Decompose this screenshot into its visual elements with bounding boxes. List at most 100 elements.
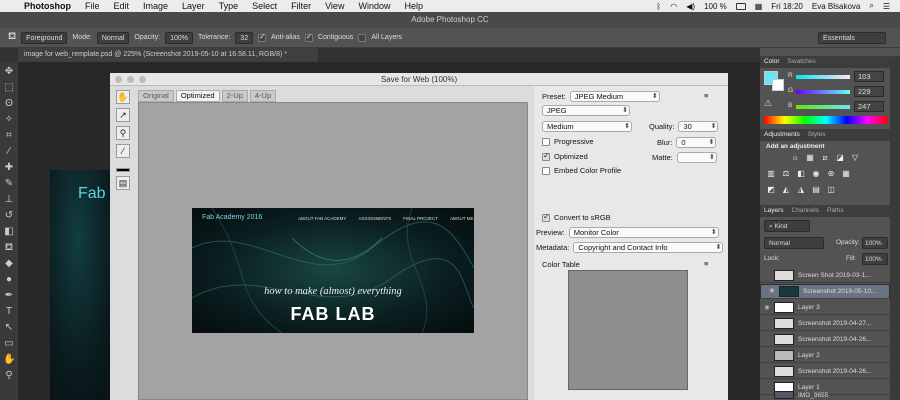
opacity-field[interactable]: 100%	[165, 31, 193, 44]
layer-row[interactable]: Screenshot 2019-04-27...	[760, 316, 890, 331]
wifi-icon[interactable]: ◠	[670, 2, 677, 11]
eraser-tool-icon[interactable]: ◧	[3, 226, 15, 238]
exposure-icon[interactable]: ◪	[835, 153, 845, 162]
magic-wand-icon[interactable]: ✧	[3, 114, 15, 126]
layer-opacity-field[interactable]: 100%	[862, 237, 888, 249]
minimize-window-icon[interactable]	[127, 76, 134, 83]
history-brush-icon[interactable]: ↺	[3, 210, 15, 222]
flag-icon[interactable]: ▦	[755, 2, 763, 11]
photo-filter-icon[interactable]: ◉	[811, 169, 821, 178]
menu-type[interactable]: Type	[219, 1, 239, 11]
metadata-select[interactable]: Copyright and Contact Info	[573, 242, 724, 253]
green-value-field[interactable]: 229	[854, 86, 884, 97]
channel-mixer-icon[interactable]: ⊛	[826, 169, 836, 178]
eyedropper-color-swatch[interactable]	[116, 168, 130, 172]
menu-file[interactable]: File	[85, 1, 100, 11]
document-tab[interactable]: image for web_remplate.psd @ 225% (Scree…	[18, 48, 318, 62]
menu-image[interactable]: Image	[143, 1, 168, 11]
stamp-tool-icon[interactable]: ⊥	[3, 194, 15, 206]
search-icon[interactable]: ⌕	[869, 1, 873, 11]
brush-tool-icon[interactable]: ✎	[3, 178, 15, 190]
tab-swatches[interactable]: Swatches	[788, 56, 816, 68]
bucket-tool-icon[interactable]: ⛾	[3, 242, 15, 254]
path-select-icon[interactable]: ↖	[3, 322, 15, 334]
contiguous-checkbox[interactable]	[304, 32, 313, 42]
slice-select-icon[interactable]: ↗	[116, 108, 130, 122]
hand-tool-icon[interactable]: ✋	[3, 354, 15, 366]
menu-help[interactable]: Help	[404, 1, 423, 11]
color-lookup-icon[interactable]: ▦	[841, 169, 851, 178]
volume-icon[interactable]: ◀)	[686, 2, 695, 11]
color-balance-icon[interactable]: ⚖	[781, 169, 791, 178]
layer-kind-filter[interactable]: ⌕ Kind	[764, 220, 810, 232]
eyedropper-icon[interactable]: ⁄	[116, 144, 130, 158]
layer-row[interactable]: Screenshot 2019-04-26...	[760, 364, 890, 379]
tab-styles[interactable]: Styles	[808, 129, 826, 141]
green-slider[interactable]	[796, 90, 850, 94]
paint-bucket-icon[interactable]: ⛾	[8, 31, 16, 44]
fill-source-select[interactable]: Foreground	[21, 31, 68, 44]
antialias-checkbox[interactable]	[258, 32, 267, 42]
levels-icon[interactable]: ▦	[805, 153, 815, 162]
color-spectrum[interactable]	[764, 116, 888, 124]
zoom-tool-icon[interactable]: ⚲	[3, 370, 15, 382]
embed-profile-checkbox[interactable]	[542, 166, 550, 175]
tab-paths[interactable]: Paths	[827, 205, 844, 217]
menu-filter[interactable]: Filter	[291, 1, 311, 11]
all-layers-checkbox[interactable]	[358, 33, 367, 42]
brightness-icon[interactable]: ☼	[790, 153, 800, 162]
crop-tool-icon[interactable]: ⌗	[3, 130, 15, 142]
panel-scrollbar[interactable]	[890, 60, 900, 400]
menu-select[interactable]: Select	[252, 1, 277, 11]
layer-row-selected[interactable]: ◉ Screenshot 2019-05-10...	[760, 284, 890, 299]
move-tool-icon[interactable]: ✥	[3, 66, 15, 78]
blur-field[interactable]: 0	[676, 137, 717, 148]
black-white-icon[interactable]: ◧	[796, 169, 806, 178]
tolerance-field[interactable]: 32	[235, 31, 254, 44]
layer-row[interactable]: ◉ Layer 3	[760, 300, 890, 315]
format-select[interactable]: JPEG	[542, 105, 630, 116]
layer-row[interactable]: IMG_9655	[760, 390, 890, 400]
layer-row[interactable]: Layer 2	[760, 348, 890, 363]
blur-tool-icon[interactable]: ◆	[3, 258, 15, 270]
bluetooth-icon[interactable]: ᛒ	[656, 2, 661, 11]
user-name[interactable]: Eva Blsakova	[812, 2, 860, 11]
toggle-slices-icon[interactable]: ▤	[116, 176, 130, 190]
zoom-tool-icon[interactable]: ⚲	[116, 126, 130, 140]
mode-select[interactable]: Normal	[96, 31, 130, 44]
layer-row[interactable]: Screenshot 2019-04-26...	[760, 332, 890, 347]
tab-2-up[interactable]: 2-Up	[221, 90, 248, 102]
menu-layer[interactable]: Layer	[182, 1, 205, 11]
curves-icon[interactable]: ⧄	[820, 153, 830, 162]
color-table[interactable]	[568, 270, 688, 390]
workspace-select[interactable]: Essentials	[818, 31, 886, 44]
tab-layers[interactable]: Layers	[764, 205, 784, 217]
color-table-menu-icon[interactable]: ≡	[704, 259, 708, 268]
zoom-window-icon[interactable]	[139, 76, 146, 83]
eye-icon[interactable]: ◉	[760, 304, 774, 311]
preset-select[interactable]: JPEG Medium	[569, 91, 660, 102]
tab-optimized[interactable]: Optimized	[175, 90, 220, 102]
invert-icon[interactable]: ◩	[766, 185, 776, 194]
warning-icon[interactable]: ⚠	[764, 98, 772, 109]
quality-level-select[interactable]: Medium	[542, 121, 632, 132]
vibrance-icon[interactable]: ▽	[850, 153, 860, 162]
preset-menu-icon[interactable]: ≡	[704, 91, 708, 100]
tab-color[interactable]: Color	[764, 56, 780, 68]
posterize-icon[interactable]: ◭	[781, 185, 791, 194]
red-value-field[interactable]: 103	[854, 71, 884, 82]
battery-icon[interactable]	[735, 2, 746, 10]
app-menu[interactable]: Photoshop	[24, 1, 71, 11]
marquee-tool-icon[interactable]: ⬚	[3, 82, 15, 94]
gradient-map-icon[interactable]: ▤	[811, 185, 821, 194]
tab-adjustments[interactable]: Adjustments	[764, 129, 800, 141]
blue-slider[interactable]	[796, 105, 850, 109]
hue-saturation-icon[interactable]: ▥	[766, 169, 776, 178]
menu-list-icon[interactable]: ☰	[883, 2, 890, 11]
eyedropper-tool-icon[interactable]: ⁄	[3, 146, 15, 158]
convert-srgb-checkbox[interactable]	[542, 212, 550, 222]
progressive-checkbox[interactable]	[542, 137, 550, 146]
background-color-swatch[interactable]	[772, 79, 784, 91]
eye-icon[interactable]: ◉	[765, 287, 779, 296]
clock[interactable]: Fri 18:20	[771, 2, 803, 11]
